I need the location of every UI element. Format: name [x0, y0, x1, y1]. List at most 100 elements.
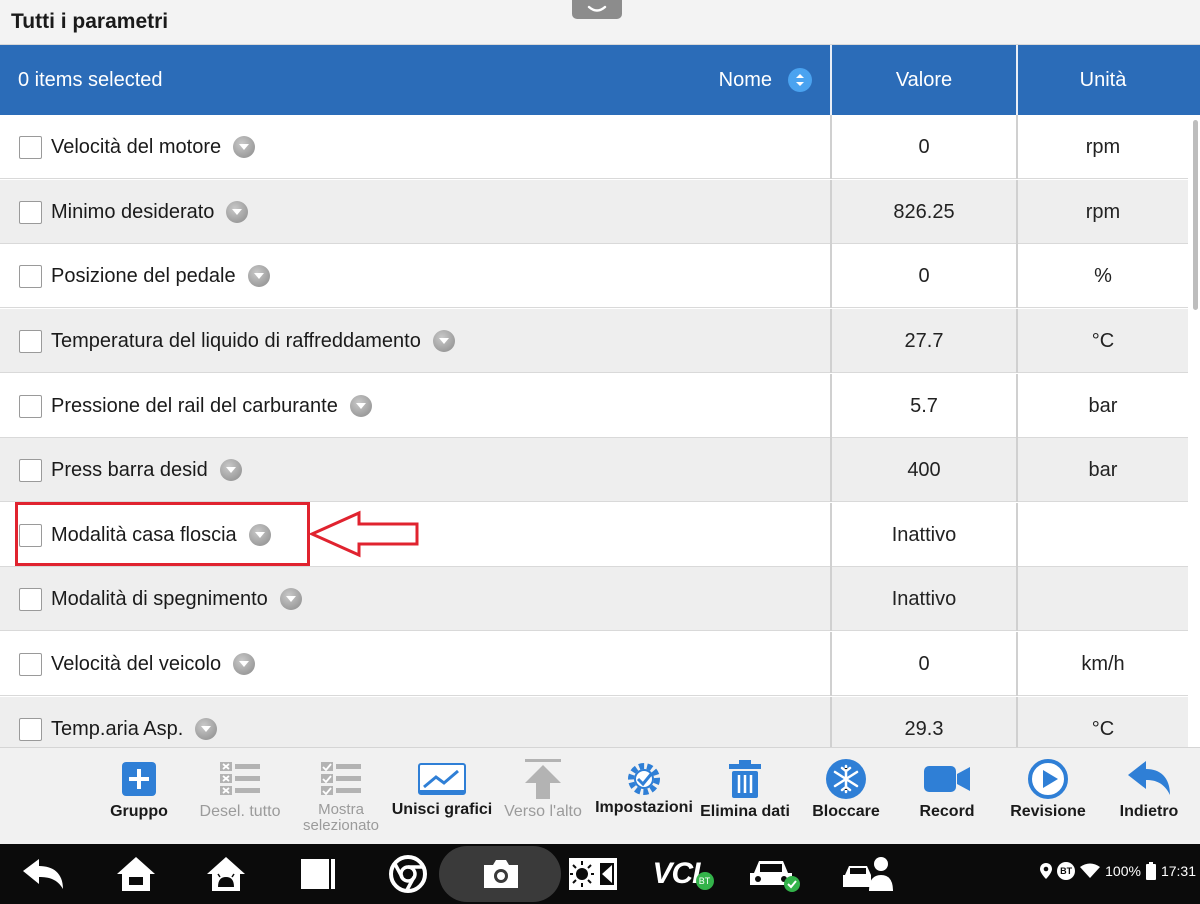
recent-apps-icon[interactable] [297, 852, 339, 896]
status-area: BT 100% 17:31 [1035, 862, 1196, 880]
chevron-down-icon[interactable] [195, 718, 218, 740]
table-row[interactable]: Press barra desid 400 bar [0, 438, 1188, 502]
parameter-value: 826.25 [830, 180, 1016, 244]
header-name-label: Nome [718, 68, 772, 91]
table-row[interactable]: Pressione del rail del carburante 5.7 ba… [0, 374, 1188, 438]
record-button[interactable]: Record [896, 748, 998, 845]
table-row[interactable]: Velocità del motore 0 rpm [0, 115, 1188, 179]
chrome-icon[interactable] [386, 852, 430, 896]
table-row[interactable]: Modalità di spegnimento Inattivo [0, 567, 1188, 631]
chevron-down-icon[interactable] [247, 265, 270, 287]
selection-count: 0 items selected [18, 68, 163, 91]
page-title: Tutti i parametri [11, 10, 169, 33]
parameter-name: Velocità del veicolo [51, 652, 222, 675]
parameter-value: 0 [830, 244, 1016, 308]
play-circle-icon [1027, 758, 1069, 800]
annotation-highlight-box [15, 502, 310, 566]
nav-home-icon[interactable] [113, 852, 159, 896]
deselect-all-button[interactable]: Desel. tutto [189, 748, 291, 845]
clock: 17:31 [1160, 863, 1196, 879]
table-row[interactable]: Minimo desiderato 826.25 rpm [0, 180, 1188, 244]
gear-check-icon [624, 758, 664, 800]
parameter-value: 29.3 [830, 697, 1016, 747]
vci-bt-icon[interactable]: VCI BT [652, 852, 714, 896]
chevron-down-icon[interactable] [432, 330, 455, 352]
parameter-unit: km/h [1016, 632, 1188, 696]
table-row[interactable]: Temp.aria Asp. 29.3 °C [0, 697, 1188, 747]
parameter-unit: °C [1016, 309, 1188, 373]
settings-button[interactable]: Impostazioni [593, 748, 695, 845]
table-row[interactable]: Velocità del veicolo 0 km/h [0, 632, 1188, 696]
trash-icon [728, 758, 762, 800]
back-arrow-icon [1126, 758, 1172, 800]
parameter-unit: rpm [1016, 115, 1188, 179]
group-button[interactable]: Gruppo [88, 748, 190, 845]
freeze-button[interactable]: Bloccare [795, 748, 897, 845]
remote-expert-icon[interactable] [840, 852, 896, 896]
pull-down-tab[interactable] [572, 0, 622, 19]
battery-percent: 100% [1105, 863, 1141, 879]
brightness-contrast-icon[interactable] [566, 852, 620, 896]
row-checkbox[interactable] [19, 394, 42, 418]
table-row[interactable]: Temperatura del liquido di raffreddament… [0, 309, 1188, 373]
chevron-down-icon[interactable] [233, 653, 256, 675]
back-button[interactable]: Indietro [1098, 748, 1200, 845]
table-header: 0 items selected Nome Valore Unità [0, 45, 1200, 115]
parameter-name: Velocità del motore [51, 135, 222, 158]
camera-icon[interactable] [479, 852, 523, 896]
bt-badge-icon: BT [1057, 862, 1076, 880]
nav-back-icon[interactable] [20, 852, 66, 896]
parameter-value: 0 [830, 632, 1016, 696]
parameter-value: Inattivo [830, 503, 1016, 567]
parameter-name: Minimo desiderato [51, 200, 215, 223]
parameter-value: 27.7 [830, 309, 1016, 373]
sort-icon[interactable] [788, 68, 812, 92]
parameter-value: 400 [830, 438, 1016, 502]
clear-data-button[interactable]: Elimina dati [694, 748, 796, 845]
parameter-value: Inattivo [830, 567, 1016, 631]
chevron-down-icon[interactable] [219, 459, 242, 481]
row-checkbox[interactable] [19, 264, 42, 288]
parameter-name: Pressione del rail del carburante [51, 394, 338, 417]
row-checkbox[interactable] [19, 652, 42, 676]
chevron-down-icon[interactable] [279, 588, 302, 610]
plus-icon [121, 758, 157, 800]
parameter-unit: bar [1016, 374, 1188, 438]
table-row[interactable]: Posizione del pedale 0 % [0, 244, 1188, 308]
video-camera-icon [923, 758, 971, 800]
header-value-column: Valore [830, 45, 1016, 115]
parameter-name: Modalità di spegnimento [51, 587, 268, 610]
sort-by-name[interactable]: Nome [719, 68, 812, 92]
review-button[interactable]: Revisione [997, 748, 1099, 845]
row-checkbox[interactable] [19, 200, 42, 224]
parameter-unit: bar [1016, 438, 1188, 502]
parameter-unit: rpm [1016, 180, 1188, 244]
parameter-unit: % [1016, 244, 1188, 308]
parameter-list[interactable]: Velocità del motore 0 rpm Minimo desider… [0, 115, 1200, 747]
merge-graphs-button[interactable]: Unisci grafici [391, 748, 493, 845]
snowflake-icon [825, 758, 867, 800]
parameter-name: Temp.aria Asp. [51, 717, 184, 740]
bottom-toolbar: Gruppo Desel. tutto Mostra selezionato U… [0, 747, 1200, 844]
header-unit-column: Unità [1016, 45, 1188, 115]
row-checkbox[interactable] [19, 329, 42, 353]
vehicle-check-icon[interactable] [747, 852, 803, 896]
row-checkbox[interactable] [19, 458, 42, 482]
parameter-value: 5.7 [830, 374, 1016, 438]
show-selected-button[interactable]: Mostra selezionato [290, 748, 392, 845]
scrollbar[interactable] [1193, 120, 1198, 310]
system-nav-bar: VCI BT BT 100% 17:31 [0, 844, 1200, 904]
parameter-name: Posizione del pedale [51, 264, 236, 287]
row-checkbox[interactable] [19, 587, 42, 611]
header-name-column: 0 items selected Nome [0, 45, 830, 115]
chevron-down-icon[interactable] [233, 136, 256, 158]
deselect-list-icon [220, 758, 260, 800]
parameter-unit: °C [1016, 697, 1188, 747]
to-top-button[interactable]: Verso l'alto [492, 748, 594, 845]
chevron-down-icon[interactable] [226, 201, 249, 223]
chevron-down-icon[interactable] [349, 395, 372, 417]
android-home-icon[interactable] [203, 852, 249, 896]
row-checkbox[interactable] [19, 717, 42, 741]
wifi-icon [1080, 863, 1101, 878]
row-checkbox[interactable] [19, 135, 42, 159]
